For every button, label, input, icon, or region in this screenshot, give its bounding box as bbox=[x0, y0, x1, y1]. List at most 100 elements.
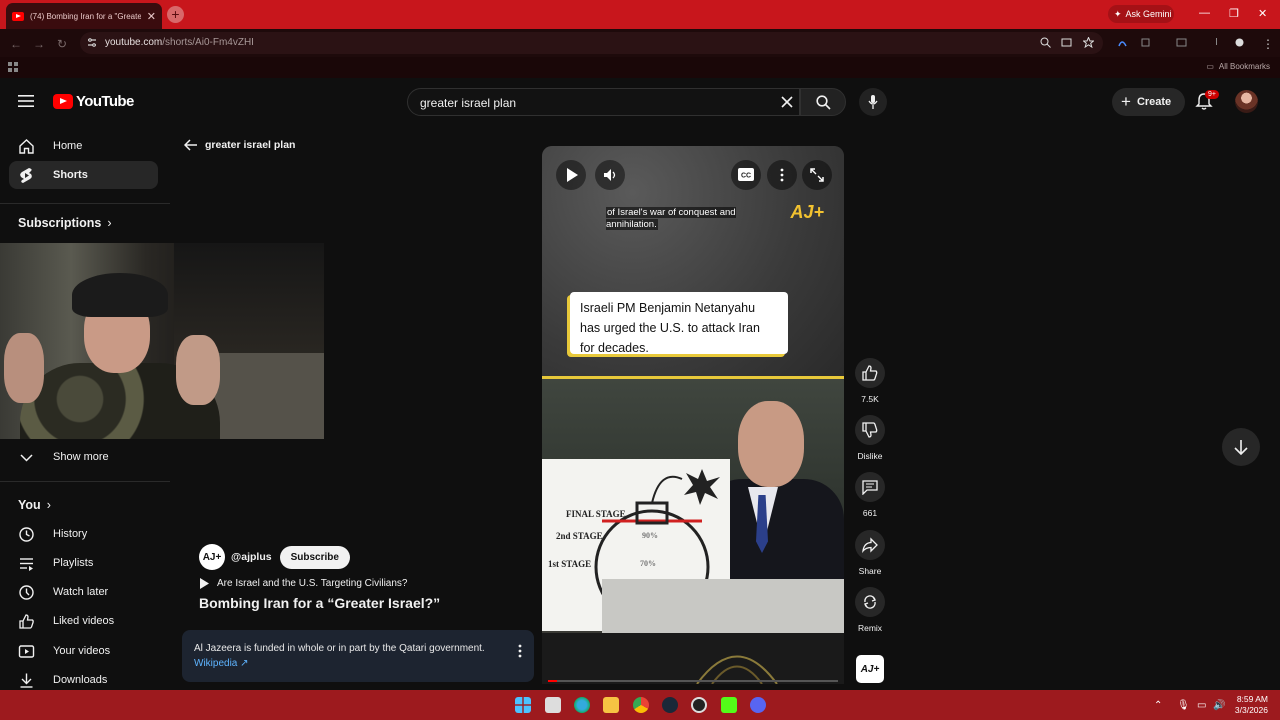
minimize-icon[interactable]: — bbox=[1199, 7, 1210, 19]
channel-handle[interactable]: @ajplus bbox=[231, 551, 272, 563]
play-button[interactable] bbox=[556, 160, 586, 190]
browser-menu-icon[interactable]: ⋮ bbox=[1262, 37, 1274, 51]
browser-tab[interactable]: (74) Bombing Iran for a "Greater ✕ bbox=[6, 3, 162, 29]
sidepanel-icon[interactable] bbox=[1176, 37, 1187, 48]
volume-icon bbox=[604, 169, 616, 181]
video-more-button[interactable] bbox=[767, 160, 797, 190]
speaker-head bbox=[738, 401, 804, 487]
zoom-icon[interactable] bbox=[1040, 37, 1051, 48]
reload-icon[interactable]: ↻ bbox=[57, 37, 67, 51]
cast-icon[interactable] bbox=[1061, 37, 1072, 48]
fullscreen-button[interactable] bbox=[802, 160, 832, 190]
more-options-icon[interactable] bbox=[518, 644, 522, 658]
account-avatar[interactable] bbox=[1235, 90, 1258, 113]
back-nav-icon[interactable]: ← bbox=[10, 37, 22, 51]
profile-toolbar-icon[interactable] bbox=[1234, 37, 1245, 48]
notification-count-badge: 9+ bbox=[1205, 90, 1219, 99]
tray-network-icon[interactable]: ▭ bbox=[1197, 700, 1206, 711]
sidebar-item-label: Home bbox=[53, 140, 83, 152]
un-emblem-icon bbox=[696, 655, 778, 684]
board-70-percent: 70% bbox=[640, 559, 656, 568]
podium bbox=[602, 579, 844, 633]
back-to-search[interactable]: greater israel plan bbox=[184, 139, 295, 151]
subscribe-button[interactable]: Subscribe bbox=[279, 545, 350, 569]
video-lower-scene: FINAL STAGE 2nd STAGE 1st STAGE 90% 70% bbox=[542, 379, 844, 633]
restore-icon[interactable]: ❐ bbox=[1229, 7, 1239, 20]
puzzle-extension-icon[interactable] bbox=[1140, 37, 1151, 48]
playlist-link[interactable]: Are Israel and the U.S. Targeting Civili… bbox=[199, 578, 440, 589]
windows-start-icon[interactable] bbox=[515, 697, 531, 713]
tray-chevron-up-icon[interactable]: ⌃ bbox=[1154, 700, 1162, 711]
system-clock[interactable]: 8:59 AM 3/3/2026 bbox=[1235, 694, 1268, 716]
sidebar-item-shorts[interactable]: Shorts bbox=[9, 161, 158, 189]
download-icon bbox=[20, 673, 33, 688]
site-info-icon[interactable] bbox=[86, 37, 98, 49]
comments-button[interactable] bbox=[855, 472, 885, 502]
next-short-button[interactable] bbox=[1222, 428, 1260, 466]
share-button[interactable] bbox=[855, 530, 885, 560]
downloads-toolbar-icon[interactable] bbox=[1211, 37, 1222, 48]
channel-thumbnail[interactable]: AJ+ bbox=[856, 655, 884, 683]
steam-icon[interactable] bbox=[662, 697, 678, 713]
board-final-stage: FINAL STAGE bbox=[566, 509, 626, 519]
sidebar-item-playlists[interactable]: Playlists bbox=[9, 549, 158, 577]
wikipedia-link[interactable]: Wikipedia ↗ bbox=[194, 658, 249, 669]
kick-icon[interactable] bbox=[721, 697, 737, 713]
tray-mic-icon[interactable]: 🎙 bbox=[1177, 700, 1190, 711]
new-tab-button[interactable]: + bbox=[167, 6, 184, 23]
chrome-browser-icon[interactable] bbox=[633, 697, 649, 713]
sidebar-item-liked-videos[interactable]: Liked videos bbox=[9, 607, 158, 635]
sidebar-item-history[interactable]: History bbox=[9, 520, 158, 548]
your-videos-icon bbox=[18, 644, 35, 658]
extension-icon-1[interactable] bbox=[1117, 37, 1128, 48]
close-window-icon[interactable]: ✕ bbox=[1258, 7, 1267, 20]
all-bookmarks-button[interactable]: ▭ All Bookmarks bbox=[1206, 62, 1270, 71]
edge-browser-icon[interactable] bbox=[574, 697, 590, 713]
omnibox[interactable]: youtube.com/shorts/Ai0-Fm4vZHI bbox=[80, 32, 1103, 54]
discord-icon[interactable] bbox=[750, 697, 766, 713]
clear-search-icon[interactable] bbox=[780, 95, 794, 109]
comment-count: 661 bbox=[862, 508, 878, 518]
remix-button[interactable] bbox=[855, 587, 885, 617]
channel-avatar[interactable]: AJ+ bbox=[199, 544, 225, 570]
funding-info-text: Al Jazeera is funded in whole or in part… bbox=[194, 643, 485, 654]
video-progress-bar[interactable] bbox=[548, 680, 838, 682]
bookmark-star-icon[interactable] bbox=[1083, 37, 1094, 48]
sidebar-item-your-videos[interactable]: Your videos bbox=[9, 637, 158, 665]
voice-search-button[interactable] bbox=[859, 88, 887, 116]
sidebar-item-show-more[interactable]: Show more bbox=[9, 443, 158, 471]
captions-button[interactable]: CC bbox=[731, 160, 761, 190]
you-heading[interactable]: You › bbox=[18, 498, 51, 512]
shorts-video-player[interactable]: CC of Israel's war of conquest and annih… bbox=[542, 146, 844, 684]
search-input[interactable]: greater israel plan bbox=[407, 88, 800, 116]
subscriptions-label: Subscriptions bbox=[18, 216, 102, 230]
chevron-down-icon bbox=[20, 453, 33, 462]
dislike-button[interactable] bbox=[855, 415, 885, 445]
tab-close-icon[interactable]: ✕ bbox=[147, 10, 156, 23]
video-bottom-strip bbox=[542, 633, 844, 684]
clock-time: 8:59 AM bbox=[1236, 694, 1268, 704]
play-icon bbox=[200, 578, 209, 589]
sidebar-divider bbox=[0, 481, 170, 482]
volume-button[interactable] bbox=[595, 160, 625, 190]
forward-nav-icon[interactable]: → bbox=[33, 37, 45, 51]
task-view-icon[interactable] bbox=[545, 697, 561, 713]
file-explorer-icon[interactable] bbox=[603, 697, 619, 713]
sidebar-item-watch-later[interactable]: Watch later bbox=[9, 578, 158, 606]
short-title[interactable]: Bombing Iran for a “Greater Israel?” bbox=[199, 595, 440, 611]
apps-grid-icon[interactable] bbox=[8, 62, 18, 72]
obs-icon[interactable] bbox=[691, 697, 707, 713]
sidebar-item-home[interactable]: Home bbox=[9, 132, 158, 160]
tray-volume-icon[interactable]: 🔊 bbox=[1213, 700, 1225, 711]
dislike-label: Dislike bbox=[857, 451, 883, 461]
create-button[interactable]: + Create bbox=[1112, 88, 1185, 116]
like-button[interactable] bbox=[855, 358, 885, 388]
ask-gemini-button[interactable]: ✦ Ask Gemini bbox=[1108, 5, 1174, 23]
search-button[interactable] bbox=[800, 88, 846, 116]
subscriptions-heading[interactable]: Subscriptions › bbox=[18, 216, 112, 230]
clock-icon bbox=[19, 584, 34, 600]
youtube-logo[interactable]: YouTube bbox=[53, 93, 134, 110]
hamburger-menu-icon[interactable] bbox=[18, 94, 34, 108]
quote-card: Israeli PM Benjamin Netanyahu has urged … bbox=[570, 292, 788, 355]
aj-plus-watermark: AJ+ bbox=[790, 202, 824, 222]
